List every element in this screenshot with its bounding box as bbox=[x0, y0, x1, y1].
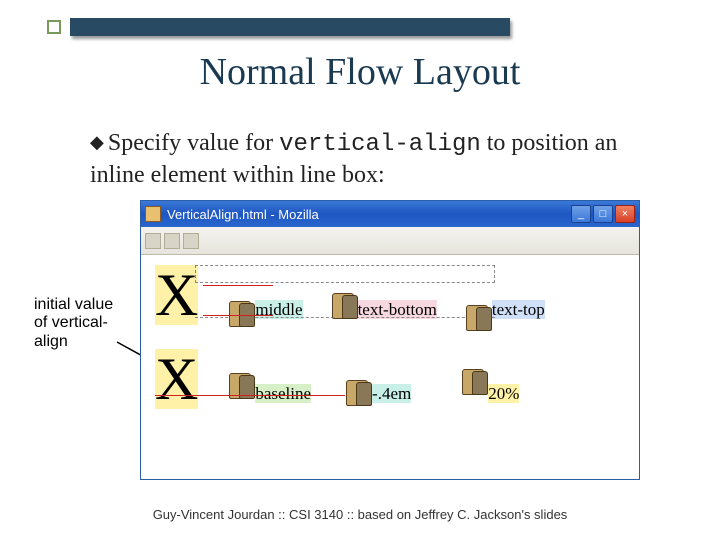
example-row-2: X baseline -.4em 20% bbox=[155, 349, 625, 419]
label-minus-em: -.4em bbox=[372, 384, 411, 403]
minimize-button[interactable]: _ bbox=[571, 205, 591, 223]
close-button[interactable]: × bbox=[615, 205, 635, 223]
window-titlebar: VerticalAlign.html - Mozilla _ □ × bbox=[141, 201, 639, 227]
label-text-bottom: text-bottom bbox=[358, 300, 437, 319]
big-x: X bbox=[155, 265, 198, 325]
bag-icon bbox=[464, 299, 492, 331]
label-percent: 20% bbox=[488, 384, 519, 403]
big-x: X bbox=[155, 349, 198, 409]
window-title: VerticalAlign.html - Mozilla bbox=[167, 207, 571, 222]
page-content: X middle text-bottom text-top X baseline… bbox=[141, 255, 639, 429]
bag-icon bbox=[460, 363, 488, 395]
app-icon bbox=[145, 206, 161, 222]
maximize-button[interactable]: □ bbox=[593, 205, 613, 223]
bag-icon bbox=[227, 295, 255, 327]
bag-icon bbox=[227, 367, 255, 399]
bullet-marker: ◆ bbox=[90, 132, 104, 152]
accent-bar bbox=[70, 18, 510, 36]
bag-icon bbox=[344, 374, 372, 406]
bullet-code: vertical-align bbox=[279, 131, 481, 158]
bullet-text: ◆Specify value for vertical-align to pos… bbox=[90, 128, 650, 190]
slide-title: Normal Flow Layout bbox=[0, 50, 720, 94]
browser-toolbar bbox=[141, 227, 639, 255]
label-baseline: baseline bbox=[255, 384, 311, 403]
accent-square bbox=[47, 20, 61, 34]
bullet-pre: Specify value for bbox=[108, 130, 279, 156]
example-row-1: X middle text-bottom text-top bbox=[155, 265, 625, 335]
bag-icon bbox=[330, 287, 358, 319]
toolbar-button[interactable] bbox=[164, 233, 180, 249]
slide-footer: Guy-Vincent Jourdan :: CSI 3140 :: based… bbox=[0, 507, 720, 522]
browser-window: VerticalAlign.html - Mozilla _ □ × X mid… bbox=[140, 200, 640, 480]
toolbar-button[interactable] bbox=[183, 233, 199, 249]
label-text-top: text-top bbox=[492, 300, 545, 319]
side-annotation: initial value of vertical-align bbox=[34, 296, 114, 351]
label-middle: middle bbox=[255, 300, 302, 319]
window-controls: _ □ × bbox=[571, 205, 635, 223]
toolbar-button[interactable] bbox=[145, 233, 161, 249]
